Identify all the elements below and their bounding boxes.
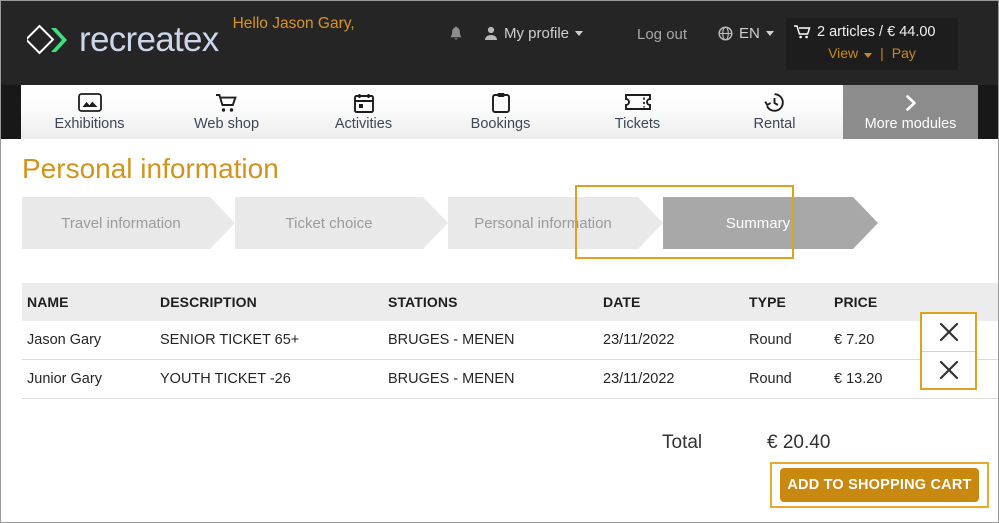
column-header-type: TYPE [749, 283, 834, 321]
cell-description: YOUTH TICKET -26 [160, 359, 388, 399]
tickets-table: NAME DESCRIPTION STATIONS DATE TYPE PRIC… [22, 283, 998, 399]
cart-view-link[interactable]: View [828, 45, 873, 61]
language-label: EN [739, 25, 760, 42]
cell-name: Junior Gary [22, 359, 160, 399]
step-label: Ticket choice [285, 214, 373, 232]
image-picture-icon [77, 92, 102, 113]
table-body: Jason Gary SENIOR TICKET 65+ BRUGES - ME… [22, 321, 998, 399]
cart-summary-box: 2 articles / € 44.00 View | Pay [786, 18, 958, 70]
nav-label: Rental [753, 116, 796, 132]
nav-label: More modules [864, 116, 957, 132]
column-header-name: NAME [22, 283, 160, 321]
module-navbar: Exhibitions Web shop Activities Bookings… [21, 85, 978, 139]
column-header-date: DATE [603, 283, 749, 321]
cart-view-label: View [828, 45, 859, 61]
ticket-icon [624, 92, 651, 113]
column-header-description: DESCRIPTION [160, 283, 388, 321]
clock-history-icon [764, 92, 785, 113]
nav-item-bookings[interactable]: Bookings [432, 85, 569, 139]
column-header-stations: STATIONS [388, 283, 603, 321]
total-value: € 20.40 [767, 432, 831, 453]
cell-date: 23/11/2022 [603, 321, 749, 360]
cart-pay-link[interactable]: Pay [892, 45, 916, 61]
cart-summary-line[interactable]: 2 articles / € 44.00 [794, 24, 950, 40]
diamond-chevron-logo-icon [24, 23, 69, 57]
table-header-row: NAME DESCRIPTION STATIONS DATE TYPE PRIC… [22, 283, 998, 321]
step-label: Personal information [474, 214, 612, 232]
add-to-cart-focus-ring: ADD TO SHOPPING CART [770, 462, 989, 508]
nav-label: Web shop [193, 116, 260, 132]
globe-icon [718, 26, 733, 41]
nav-label: Activities [334, 116, 393, 132]
total-label: Total [662, 432, 703, 453]
cart-separator: | [880, 45, 884, 61]
header-actions: My profile Log out EN 2 articles / € 44.… [441, 1, 998, 85]
module-navbar-background: Exhibitions Web shop Activities Bookings… [1, 85, 998, 139]
user-greeting: Hello Jason Gary, [232, 15, 355, 32]
profile-menu-label: My profile [504, 25, 570, 42]
remove-ticket-button-row-1[interactable] [922, 314, 975, 351]
table-row: Jason Gary SENIOR TICKET 65+ BRUGES - ME… [22, 321, 998, 360]
logout-link[interactable]: Log out [637, 26, 687, 43]
nav-item-tickets[interactable]: Tickets [569, 85, 706, 139]
brand-logo[interactable]: recreatex [24, 20, 219, 60]
chevron-down-icon [575, 31, 584, 36]
close-x-icon [938, 359, 960, 381]
cell-name: Jason Gary [22, 321, 160, 360]
profile-menu[interactable]: My profile [484, 25, 584, 42]
nav-item-exhibitions[interactable]: Exhibitions [21, 85, 158, 139]
cell-type: Round [749, 359, 834, 399]
nav-label: Exhibitions [54, 116, 125, 132]
step-personal-information[interactable]: Personal information [448, 197, 663, 249]
brand-name: recreatex [79, 20, 219, 59]
add-to-shopping-cart-button[interactable]: ADD TO SHOPPING CART [780, 468, 979, 502]
cart-summary-text: 2 articles / € 44.00 [817, 24, 936, 40]
chevron-right-icon [902, 92, 920, 113]
step-travel-information[interactable]: Travel information [22, 197, 235, 249]
chevron-down-icon [864, 53, 873, 58]
nav-item-more-modules[interactable]: More modules [843, 85, 978, 139]
close-x-icon [938, 321, 960, 343]
chevron-down-icon [765, 31, 774, 36]
main-content: Personal information Travel information … [1, 153, 998, 454]
notification-bell-icon[interactable] [448, 26, 464, 44]
cell-type: Round [749, 321, 834, 360]
user-icon [484, 26, 498, 41]
total-row: Total € 20.40 [22, 432, 977, 454]
cell-description: SENIOR TICKET 65+ [160, 321, 388, 360]
shopping-cart-icon [215, 92, 239, 113]
nav-label: Bookings [470, 116, 531, 132]
cell-date: 23/11/2022 [603, 359, 749, 399]
cell-stations: BRUGES - MENEN [388, 359, 603, 399]
remove-ticket-button-row-2[interactable] [922, 350, 975, 388]
calendar-icon [353, 92, 374, 113]
step-ticket-choice[interactable]: Ticket choice [235, 197, 448, 249]
wizard-steps: Travel information Ticket choice Persona… [22, 185, 977, 259]
nav-item-activities[interactable]: Activities [295, 85, 432, 139]
step-label: Travel information [61, 214, 181, 232]
nav-item-rental[interactable]: Rental [706, 85, 843, 139]
cell-stations: BRUGES - MENEN [388, 321, 603, 360]
tickets-table-wrapper: NAME DESCRIPTION STATIONS DATE TYPE PRIC… [22, 283, 998, 399]
app-window: recreatex Hello Jason Gary, My profile L… [0, 0, 999, 523]
top-header: recreatex Hello Jason Gary, My profile L… [1, 1, 998, 85]
nav-label: Tickets [614, 116, 661, 132]
clipboard-icon [491, 92, 510, 113]
language-selector[interactable]: EN [718, 25, 774, 42]
table-row: Junior Gary YOUTH TICKET -26 BRUGES - ME… [22, 359, 998, 399]
page-title: Personal information [22, 153, 279, 184]
cart-actions: View | Pay [794, 45, 950, 61]
nav-item-web-shop[interactable]: Web shop [158, 85, 295, 139]
table-header: NAME DESCRIPTION STATIONS DATE TYPE PRIC… [22, 283, 998, 321]
step-label: Summary [725, 214, 791, 232]
step-summary[interactable]: Summary [663, 197, 878, 249]
remove-buttons-group [920, 312, 977, 390]
shopping-cart-icon [794, 25, 811, 39]
